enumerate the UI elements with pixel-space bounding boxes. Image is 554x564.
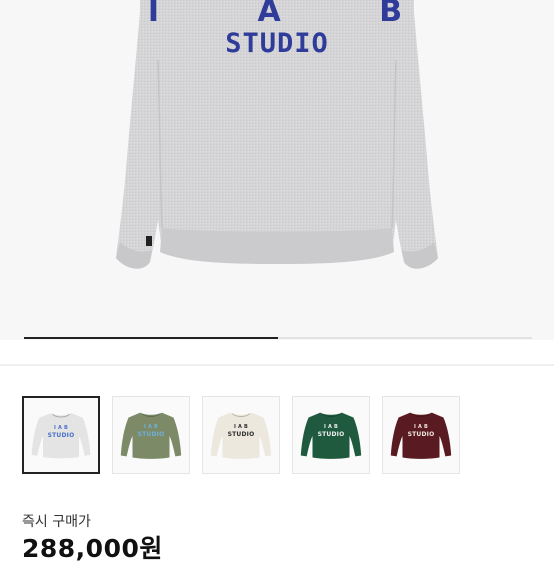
section-divider [0, 364, 554, 366]
thumbnail-print-main: STUDIO [317, 431, 345, 438]
carousel-progress-bar [24, 337, 532, 339]
thumbnail-print-main: STUDIO [47, 432, 75, 439]
thumbnail-print-top: I A B [233, 424, 249, 430]
thumbnail-print-top: I A B [143, 424, 159, 430]
carousel-progress-fill [24, 337, 278, 339]
color-thumbnail-khaki[interactable]: I A B STUDIO [112, 396, 190, 474]
color-thumbnail-list: I A B STUDIO I A B STUDIO I A B STUDIO I A B ST… [22, 396, 460, 476]
color-thumbnail-green[interactable]: I A B STUDIO [292, 396, 370, 474]
product-image-carousel[interactable]: I A B STUDIO [0, 0, 554, 368]
color-thumbnail-grey[interactable]: I A B STUDIO [22, 396, 100, 474]
print-text-top: I A B [147, 0, 447, 29]
thumbnail-print-top: I A B [323, 424, 339, 430]
thumbnail-print-top: I A B [53, 425, 69, 431]
print-text-main: STUDIO [225, 28, 329, 59]
color-thumbnail-burgundy[interactable]: I A B STUDIO [382, 396, 460, 474]
price-caption: 즉시 구매가 [22, 514, 91, 530]
thumbnail-print-main: STUDIO [407, 431, 435, 438]
color-thumbnail-cream[interactable]: I A B STUDIO [202, 396, 280, 474]
price-value: 288,000원 [22, 534, 163, 563]
thumbnail-print-main: STUDIO [227, 431, 255, 438]
thumbnail-print-main: STUDIO [137, 431, 165, 438]
thumbnail-print-top: I A B [413, 424, 429, 430]
